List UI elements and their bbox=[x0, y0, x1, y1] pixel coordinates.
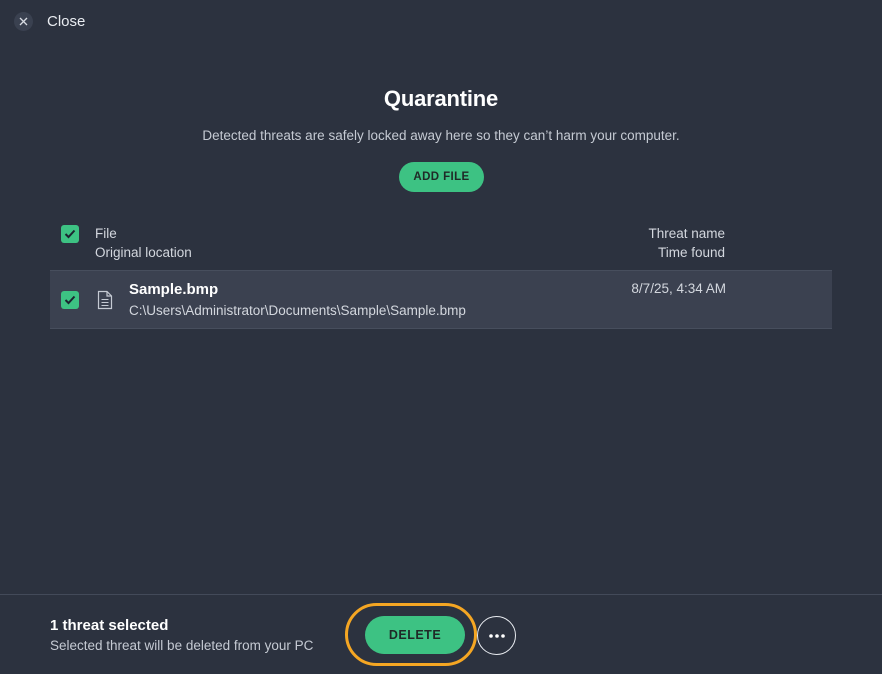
add-file-button[interactable]: ADD FILE bbox=[399, 162, 484, 192]
column-header-file: File Original location bbox=[95, 224, 192, 262]
file-name: Sample.bmp bbox=[129, 281, 219, 298]
page-title: Quarantine bbox=[383, 86, 499, 111]
close-button[interactable]: Close bbox=[14, 12, 85, 31]
checkmark-icon bbox=[64, 295, 76, 305]
column-location-label: Original location bbox=[95, 245, 192, 260]
checkmark-icon bbox=[64, 229, 76, 239]
row-checkbox[interactable] bbox=[61, 291, 79, 309]
footer-bar: 1 threat selected Selected threat will b… bbox=[0, 594, 882, 674]
delete-button[interactable]: DELETE bbox=[365, 616, 465, 654]
column-time-label: Time found bbox=[657, 245, 725, 260]
document-icon bbox=[97, 290, 113, 315]
selected-description: Selected threat will be deleted from you… bbox=[50, 638, 314, 653]
column-file-label: File bbox=[95, 226, 117, 241]
more-options-button[interactable] bbox=[477, 616, 516, 655]
more-options-icon bbox=[488, 633, 505, 638]
column-header-threat: Threat name Time found bbox=[648, 224, 725, 262]
close-label: Close bbox=[47, 13, 86, 30]
select-all-checkbox[interactable] bbox=[61, 225, 79, 243]
selected-count: 1 threat selected bbox=[50, 617, 169, 634]
table-row[interactable]: Sample.bmp C:\Users\Administrator\Docume… bbox=[50, 270, 832, 329]
close-icon bbox=[14, 12, 33, 31]
file-location: C:\Users\Administrator\Documents\Sample\… bbox=[129, 303, 466, 318]
header: Quarantine Detected threats are safely l… bbox=[0, 86, 882, 143]
page-subtitle: Detected threats are safely locked away … bbox=[202, 128, 680, 143]
time-found: 8/7/25, 4:34 AM bbox=[631, 281, 726, 296]
column-threat-label: Threat name bbox=[648, 226, 725, 241]
